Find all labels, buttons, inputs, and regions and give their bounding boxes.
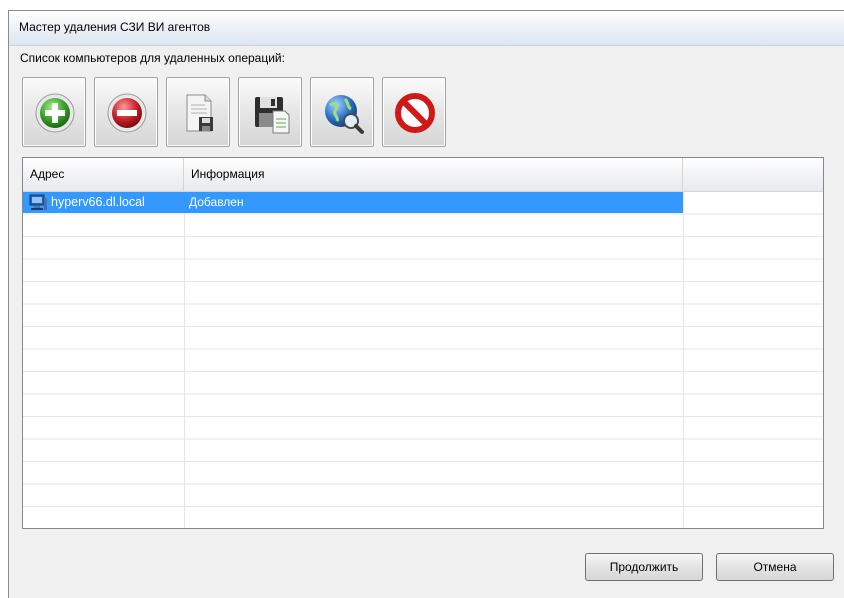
column-divider xyxy=(184,192,185,528)
network-search-icon xyxy=(325,95,364,134)
table-row[interactable]: hyperv66.dl.local Добавлен xyxy=(23,192,683,213)
network-search-button[interactable] xyxy=(310,77,374,147)
info-cell: Добавлен xyxy=(189,195,244,209)
column-divider xyxy=(683,192,684,528)
computer-list-label: Список компьютеров для удаленных операци… xyxy=(20,51,285,65)
column-header-address[interactable]: Адрес xyxy=(23,158,184,191)
stop-icon xyxy=(395,93,435,133)
stop-button[interactable] xyxy=(382,77,446,147)
computer-icon xyxy=(29,194,47,210)
address-text: hyperv66.dl.local xyxy=(51,195,145,209)
table-header: Адрес Информация xyxy=(23,158,823,192)
remove-computer-button[interactable] xyxy=(94,77,158,147)
load-list-button[interactable] xyxy=(166,77,230,147)
load-file-icon xyxy=(186,94,213,132)
title-bar: Мастер удаления СЗИ ВИ агентов xyxy=(9,11,844,46)
continue-button[interactable]: Продолжить xyxy=(585,553,703,581)
table-rows-background xyxy=(23,192,823,528)
save-icon xyxy=(255,97,290,134)
save-list-button[interactable] xyxy=(238,77,302,147)
window-title: Мастер удаления СЗИ ВИ агентов xyxy=(19,20,211,34)
cancel-button[interactable]: Отмена xyxy=(716,553,834,581)
add-icon xyxy=(35,93,75,133)
column-header-extra[interactable] xyxy=(683,158,823,191)
computers-table: Адрес Информация hyperv66.dl.local Добав… xyxy=(22,157,824,529)
remove-icon xyxy=(107,93,147,133)
column-header-info[interactable]: Информация xyxy=(184,158,683,191)
add-computer-button[interactable] xyxy=(22,77,86,147)
